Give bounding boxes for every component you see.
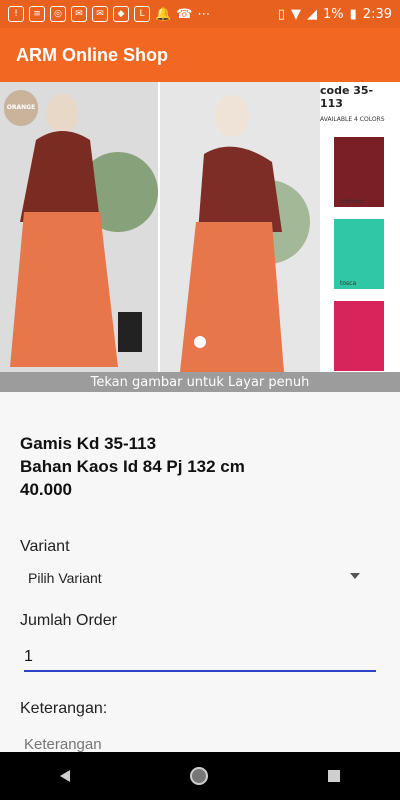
bell-icon: 🔔 [155, 6, 172, 22]
variant-selected-value: Pilih Variant [28, 570, 102, 586]
more-icon: ⋯ [197, 6, 211, 22]
product-photo-front[interactable]: ORANGE [0, 82, 158, 372]
dropdown-arrow-icon [350, 573, 360, 579]
alert-icon: ! [8, 6, 24, 22]
app-bar: ARM Online Shop [0, 28, 400, 82]
wifi-icon: ▼ [291, 6, 302, 22]
note-label: Keterangan: [20, 700, 108, 717]
product-detail: Gamis Kd 35-113 Bahan Kaos Id 84 Pj 132 … [0, 392, 400, 756]
variant-select[interactable]: Pilih Variant [20, 564, 376, 594]
product-price: 40.000 [20, 480, 72, 499]
home-button[interactable] [190, 767, 208, 785]
missed-call-icon: ☎ [176, 6, 193, 22]
back-button[interactable] [60, 770, 70, 782]
available-colors: AVAILABLE 4 COLORS maroon tosca [320, 116, 400, 372]
color-variants-panel[interactable]: code 35-113 AVAILABLE 4 COLORS maroon to… [320, 82, 400, 372]
carousel-indicator [194, 336, 206, 348]
news-icon: ≡ [29, 6, 45, 22]
model-figure-2 [160, 82, 320, 372]
badge-icon: ◆ [113, 6, 129, 22]
navigation-bar [0, 752, 400, 800]
battery-percent: 1% [323, 6, 344, 22]
color-badge: ORANGE [4, 90, 38, 124]
recent-apps-button[interactable] [328, 770, 340, 782]
app-title: ARM Online Shop [16, 44, 168, 65]
model-figure-1 [0, 82, 158, 372]
product-info: Gamis Kd 35-113 Bahan Kaos Id 84 Pj 132 … [20, 432, 380, 501]
signal-icon: ◢ [307, 6, 318, 22]
fullscreen-hint: Tekan gambar untuk Layar penuh [0, 372, 400, 392]
color-label-maroon: maroon [340, 198, 364, 205]
vibrate-icon: ▯ [277, 6, 286, 22]
quantity-label: Jumlah Order [20, 612, 117, 629]
product-photo-side[interactable] [160, 82, 320, 372]
status-bar: ! ≡ ◎ ✉ ✉ ◆ L 🔔 ☎ ⋯ ▯ ▼ ◢ 1% ▮ 2:39 [0, 0, 400, 28]
quantity-input[interactable] [24, 644, 376, 672]
product-description: Bahan Kaos Id 84 Pj 132 cm [20, 457, 245, 476]
product-name: Gamis Kd 35-113 [20, 434, 157, 453]
whatsapp-icon: ◎ [50, 6, 66, 22]
clock: 2:39 [362, 6, 392, 22]
color-swatches [334, 137, 384, 371]
product-code: code 35-113 [320, 84, 374, 110]
available-colors-title: AVAILABLE 4 COLORS [320, 116, 385, 123]
color-label-tosca: tosca [340, 280, 357, 287]
system-status: ▯ ▼ ◢ 1% ▮ 2:39 [278, 7, 392, 22]
variant-label: Variant [20, 538, 70, 555]
battery-icon: ▮ [349, 6, 357, 22]
mail-icon-2: ✉ [92, 6, 108, 22]
mail-icon: ✉ [71, 6, 87, 22]
notification-icons: ! ≡ ◎ ✉ ✉ ◆ L 🔔 ☎ ⋯ [8, 6, 210, 22]
line-icon: L [134, 6, 150, 22]
product-image-banner[interactable]: ORANGE code 35-113 AVAILABLE 4 COLORS ma… [0, 82, 400, 372]
